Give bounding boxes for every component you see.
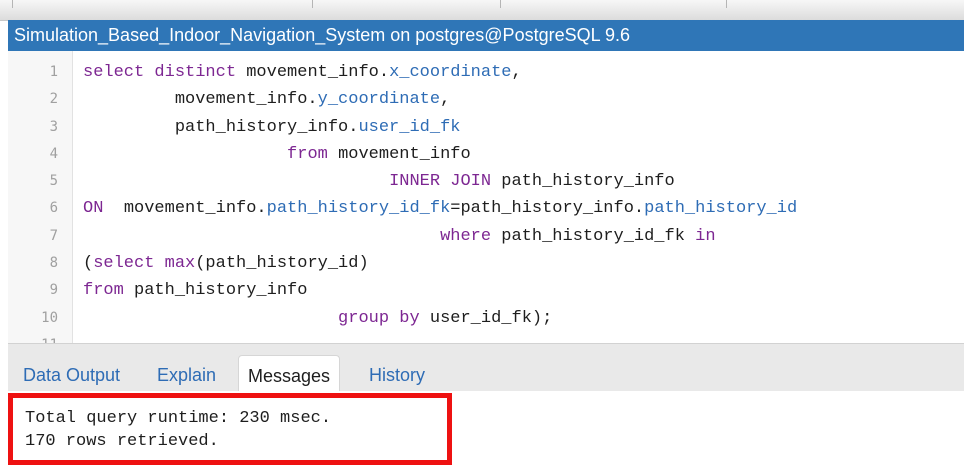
sql-keyword: where xyxy=(440,226,502,246)
sql-field: path_history_id_fk xyxy=(266,199,451,219)
sql-keyword: in xyxy=(695,226,716,246)
sql-field: path_history_id xyxy=(644,199,798,219)
line-number: 6 xyxy=(49,200,58,217)
code-text: movement_info.y_coordinate, xyxy=(83,86,450,113)
top-toolbar-strip xyxy=(0,0,964,21)
sql-keyword: select max xyxy=(93,254,196,274)
output-tab-bar: Data Output Explain Messages History xyxy=(8,343,964,392)
code-text: ON movement_info.path_history_id_fk=path… xyxy=(83,195,797,222)
sql-keyword: from xyxy=(287,144,339,164)
code-text: from movement_info xyxy=(83,141,471,168)
code-line[interactable]: 7 where path_history_id_fk in xyxy=(8,223,964,250)
tab-explain[interactable]: Explain xyxy=(148,358,225,392)
code-text: from path_history_info xyxy=(83,277,307,304)
sql-text: path_history_info xyxy=(501,172,675,192)
query-window-title: Simulation_Based_Indoor_Navigation_Syste… xyxy=(8,20,964,51)
line-number: 1 xyxy=(49,64,58,80)
line-number: 7 xyxy=(49,227,58,244)
toolbar-divider xyxy=(500,0,501,8)
code-text: group by user_id_fk); xyxy=(83,305,552,332)
line-number: 3 xyxy=(49,118,58,135)
sql-keyword: ON xyxy=(83,199,124,219)
sql-field: y_coordinate xyxy=(317,90,441,110)
sql-text: movement_info. xyxy=(246,63,390,82)
line-number: 5 xyxy=(49,173,58,190)
sql-text: movement_info xyxy=(338,144,471,164)
sql-keyword: group by xyxy=(338,308,430,328)
sql-text: user_id_fk); xyxy=(429,308,553,328)
sql-field: x_coordinate xyxy=(389,63,512,82)
line-number: 2 xyxy=(49,91,58,108)
code-line[interactable]: 2 movement_info.y_coordinate, xyxy=(8,86,964,113)
sql-field: user_id_fk xyxy=(358,117,461,137)
sql-text: path_history_info. xyxy=(83,117,359,137)
line-number: 9 xyxy=(49,282,58,299)
code-text: INNER JOIN path_history_info xyxy=(83,168,675,195)
sql-text: =path_history_info. xyxy=(450,199,645,219)
toolbar-divider xyxy=(12,0,13,8)
code-lines: 1 select distinct movement_info.x_coordin… xyxy=(8,59,964,343)
line-number: 11 xyxy=(8,332,58,343)
sql-text: , xyxy=(511,63,522,82)
code-line[interactable]: 8 (select max(path_history_id) xyxy=(8,250,964,277)
code-line[interactable]: 11 xyxy=(8,332,964,343)
code-text: (select max(path_history_id) xyxy=(83,250,369,277)
sql-text: (path_history_id) xyxy=(195,254,369,274)
sql-keyword: from xyxy=(83,281,135,301)
code-line[interactable]: 3 path_history_info.user_id_fk xyxy=(8,114,964,141)
code-line[interactable]: 9 from path_history_info xyxy=(8,277,964,304)
line-number: 8 xyxy=(49,255,58,272)
sql-keyword: select distinct xyxy=(83,63,247,82)
code-line[interactable]: 10 group by user_id_fk); xyxy=(8,305,964,332)
toolbar-divider xyxy=(726,0,727,8)
sql-editor[interactable]: 1 select distinct movement_info.x_coordin… xyxy=(8,51,964,343)
code-text: where path_history_id_fk in xyxy=(83,223,716,250)
toolbar-divider xyxy=(312,0,313,8)
code-line[interactable]: 5 INNER JOIN path_history_info xyxy=(8,168,964,195)
sql-text: , xyxy=(440,90,451,110)
sql-text: movement_info. xyxy=(123,199,267,219)
highlight-annotation-box xyxy=(8,393,452,465)
sql-text: ( xyxy=(83,254,94,274)
code-line[interactable]: 6 ON movement_info.path_history_id_fk=pat… xyxy=(8,195,964,222)
sql-text: path_history_id_fk xyxy=(501,226,696,246)
tab-messages[interactable]: Messages xyxy=(238,355,341,392)
tab-data-output[interactable]: Data Output xyxy=(14,358,129,392)
sql-keyword: INNER JOIN xyxy=(389,172,502,192)
line-number: 10 xyxy=(41,309,58,326)
tab-history[interactable]: History xyxy=(360,358,434,392)
code-line[interactable]: 4 from movement_info xyxy=(8,141,964,168)
line-number: 4 xyxy=(49,145,58,162)
sql-text: path_history_info xyxy=(134,281,308,301)
code-line[interactable]: 1 select distinct movement_info.x_coordin… xyxy=(8,59,964,86)
sql-text: movement_info. xyxy=(83,90,318,110)
code-text: select distinct movement_info.x_coordina… xyxy=(83,59,522,86)
code-text: path_history_info.user_id_fk xyxy=(83,114,461,141)
